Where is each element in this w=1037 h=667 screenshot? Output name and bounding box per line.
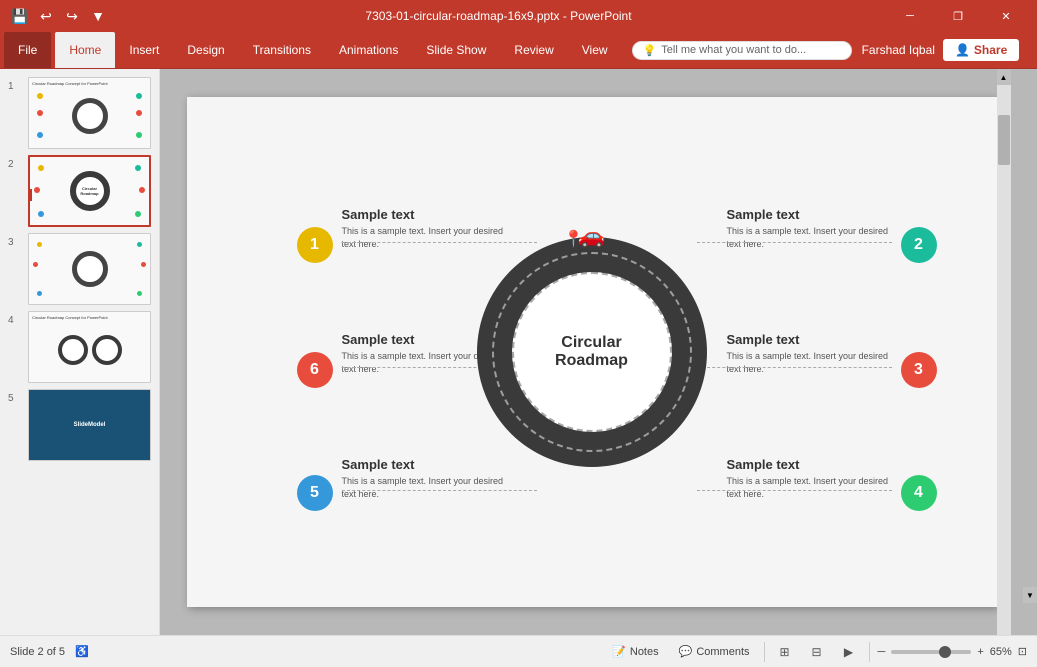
divider-1 — [764, 642, 765, 662]
save-button[interactable]: 💾 — [8, 4, 32, 28]
connector-3 — [697, 367, 892, 368]
divider-2 — [869, 642, 870, 662]
slide-thumb-2[interactable]: 2 CircularRoadmap — [8, 155, 151, 227]
slide-image-3 — [28, 233, 151, 305]
status-right: 📝 Notes 💬 Comments ⊞ ⊟ ▶ ─ + 65% ⊡ — [606, 640, 1027, 664]
slide-image-2: CircularRoadmap — [28, 155, 151, 227]
tab-slideshow[interactable]: Slide Show — [412, 32, 500, 68]
slide-num-1: 1 — [8, 81, 22, 92]
tab-transitions[interactable]: Transitions — [239, 32, 325, 68]
num-circle-4: 4 — [901, 475, 937, 511]
text-block-2-title: Sample text — [727, 207, 892, 222]
pin-icon: 📍 — [564, 229, 584, 249]
view-outline-button[interactable]: ⊟ — [805, 640, 829, 664]
comments-icon: 💬 — [679, 645, 693, 658]
tab-file[interactable]: File — [4, 32, 51, 68]
slide-image-1: Circular Roadmap Concept for PowerPoint — [28, 77, 151, 149]
slide-info: Slide 2 of 5 — [10, 646, 65, 658]
zoom-controls: ─ + 65% ⊡ — [878, 645, 1027, 658]
close-button[interactable]: ✕ — [983, 0, 1029, 32]
lightbulb-icon: 💡 — [643, 44, 657, 57]
slide-thumb-1[interactable]: 1 Circular Roadmap Concept for PowerPoin… — [8, 77, 151, 149]
ribbon: File Home Insert Design Transitions Anim… — [0, 32, 1037, 69]
status-bar: Slide 2 of 5 ♿ 📝 Notes 💬 Comments ⊞ ⊟ ▶ … — [0, 635, 1037, 667]
text-block-3-title: Sample text — [727, 332, 892, 347]
slide-num-3: 3 — [8, 237, 22, 248]
fit-slide-button[interactable]: ⊡ — [1018, 645, 1027, 658]
quick-access-toolbar: 💾 ↩ ↪ ▼ — [8, 4, 110, 28]
edit-icon-area: ♿ — [75, 645, 89, 658]
notes-button[interactable]: 📝 Notes — [606, 643, 664, 660]
num-circle-2: 2 — [901, 227, 937, 263]
zoom-thumb[interactable] — [939, 646, 951, 658]
view-normal-button[interactable]: ⊞ — [773, 640, 797, 664]
text-block-4-body: This is a sample text. Insert your desir… — [727, 475, 892, 500]
view-slideshow-button[interactable]: ▶ — [837, 640, 861, 664]
tab-view[interactable]: View — [568, 32, 622, 68]
slide-canvas[interactable]: 1 2 3 4 5 6 Sample text This is a sample… — [187, 97, 997, 607]
redo-button[interactable]: ↪ — [60, 4, 84, 28]
scroll-up-button[interactable]: ▲ — [997, 69, 1011, 85]
canvas-area: 1 2 3 4 5 6 Sample text This is a sample… — [160, 69, 1037, 635]
text-block-4-title: Sample text — [727, 457, 892, 472]
main-layout: 1 Circular Roadmap Concept for PowerPoin… — [0, 69, 1037, 635]
tab-review[interactable]: Review — [500, 32, 567, 68]
num-circle-3: 3 — [901, 352, 937, 388]
text-block-1-title: Sample text — [342, 207, 507, 222]
scroll-thumb[interactable] — [998, 115, 1010, 165]
title-bar: 💾 ↩ ↪ ▼ 7303-01-circular-roadmap-16x9.pp… — [0, 0, 1037, 32]
tab-insert[interactable]: Insert — [115, 32, 173, 68]
notes-icon: 📝 — [612, 645, 626, 658]
tab-home[interactable]: Home — [55, 32, 115, 68]
text-block-3-body: This is a sample text. Insert your desir… — [727, 350, 892, 375]
tab-design[interactable]: Design — [173, 32, 238, 68]
zoom-out-button[interactable]: ─ — [878, 646, 886, 658]
zoom-in-button[interactable]: + — [977, 646, 983, 658]
user-area: Farshad Iqbal 👤 Share — [862, 39, 1020, 61]
share-button[interactable]: 👤 Share — [943, 39, 1019, 61]
ribbon-tab-bar: File Home Insert Design Transitions Anim… — [0, 32, 1037, 68]
text-block-3: Sample text This is a sample text. Inser… — [727, 332, 892, 375]
accessibility-icon[interactable]: ♿ — [75, 645, 89, 658]
num-circle-1: 1 — [297, 227, 333, 263]
share-icon: 👤 — [955, 43, 970, 57]
zoom-level: 65% — [990, 646, 1012, 658]
roadmap-circle: Circular Roadmap 🚗 📍 — [477, 237, 707, 467]
zoom-slider[interactable] — [891, 650, 971, 654]
comments-button[interactable]: 💬 Comments — [673, 643, 756, 660]
slide-num-5: 5 — [8, 393, 22, 404]
num-circle-5: 5 — [297, 475, 333, 511]
restore-button[interactable]: ❐ — [935, 0, 981, 32]
minimize-button[interactable]: ─ — [887, 0, 933, 32]
text-block-2: Sample text This is a sample text. Inser… — [727, 207, 892, 250]
slide-num-2: 2 — [8, 159, 22, 170]
customize-qat-button[interactable]: ▼ — [86, 4, 110, 28]
slide-thumb-5[interactable]: 5 SlideModel — [8, 389, 151, 461]
text-block-4: Sample text This is a sample text. Inser… — [727, 457, 892, 500]
slide-num-4: 4 — [8, 315, 22, 326]
slide-thumb-4[interactable]: 4 Circular Roadmap Concept for PowerPoin… — [8, 311, 151, 383]
undo-button[interactable]: ↩ — [34, 4, 58, 28]
text-block-5-body: This is a sample text. Insert your desir… — [342, 475, 507, 500]
connector-2 — [697, 242, 892, 243]
comments-label: Comments — [696, 646, 749, 658]
window-title: 7303-01-circular-roadmap-16x9.pptx - Pow… — [110, 9, 887, 23]
tell-me-placeholder: Tell me what you want to do... — [661, 44, 806, 56]
slide-panel: 1 Circular Roadmap Concept for PowerPoin… — [0, 69, 160, 635]
notes-label: Notes — [630, 646, 659, 658]
connector-5 — [342, 490, 537, 491]
slide-image-4: Circular Roadmap Concept for PowerPoint — [28, 311, 151, 383]
user-name: Farshad Iqbal — [862, 43, 935, 57]
vertical-scrollbar[interactable]: ▲ ▼ — [997, 69, 1011, 635]
scroll-down-button[interactable]: ▼ — [1023, 587, 1037, 603]
slide-thumb-3[interactable]: 3 — [8, 233, 151, 305]
num-circle-6: 6 — [297, 352, 333, 388]
tell-me-input[interactable]: 💡 Tell me what you want to do... — [632, 41, 852, 60]
slide-image-5: SlideModel — [28, 389, 151, 461]
scroll-track — [997, 85, 1011, 635]
window-controls: ─ ❐ ✕ — [887, 0, 1029, 32]
connector-4 — [697, 490, 892, 491]
tab-animations[interactable]: Animations — [325, 32, 412, 68]
text-block-2-body: This is a sample text. Insert your desir… — [727, 225, 892, 250]
